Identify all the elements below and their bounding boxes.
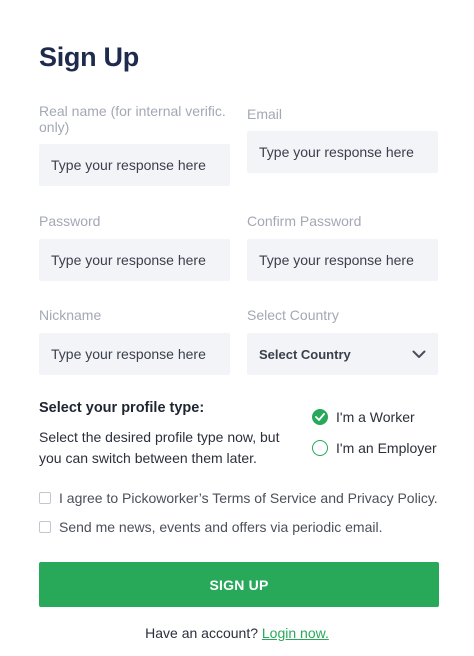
terms-checkbox[interactable]	[39, 492, 51, 504]
newsletter-checkbox[interactable]	[39, 521, 51, 533]
email-label: Email	[247, 106, 283, 122]
radio-worker-label: I'm a Worker	[336, 409, 415, 425]
confirm-password-input[interactable]	[247, 239, 438, 281]
newsletter-label: Send me news, events and offers via peri…	[59, 519, 383, 535]
login-link[interactable]: Login now.	[262, 625, 329, 641]
login-prompt: Have an account? Login now.	[0, 625, 474, 641]
nickname-label: Nickname	[39, 307, 102, 323]
nickname-input[interactable]	[39, 333, 230, 375]
real-name-label: Real name (for internal verific. only)	[39, 103, 226, 135]
terms-label: I agree to Pickoworker’s Terms of Servic…	[59, 490, 438, 506]
radio-employer[interactable]: I'm an Employer	[312, 440, 437, 456]
page-title: Sign Up	[39, 42, 139, 72]
country-select[interactable]: Select Country	[247, 333, 438, 375]
radio-employer-label: I'm an Employer	[336, 440, 437, 456]
password-label: Password	[39, 213, 101, 229]
profile-type-heading: Select your profile type:	[39, 400, 205, 416]
confirm-password-label: Confirm Password	[247, 213, 362, 229]
country-select-value: Select Country	[259, 346, 351, 362]
radio-checked-icon	[312, 409, 328, 425]
profile-type-description: Select the desired profile type now, but…	[39, 429, 280, 466]
email-input[interactable]	[247, 131, 438, 173]
radio-worker[interactable]: I'm a Worker	[312, 409, 415, 425]
newsletter-checkbox-row[interactable]: Send me news, events and offers via peri…	[39, 519, 382, 535]
password-input[interactable]	[39, 239, 230, 281]
real-name-input[interactable]	[39, 144, 230, 186]
sign-up-button[interactable]: SIGN UP	[39, 562, 439, 607]
country-label: Select Country	[247, 307, 339, 323]
chevron-down-icon	[412, 347, 426, 362]
terms-checkbox-row[interactable]: I agree to Pickoworker’s Terms of Servic…	[39, 490, 438, 506]
radio-unchecked-icon	[312, 440, 328, 456]
login-prompt-text: Have an account?	[145, 625, 258, 641]
